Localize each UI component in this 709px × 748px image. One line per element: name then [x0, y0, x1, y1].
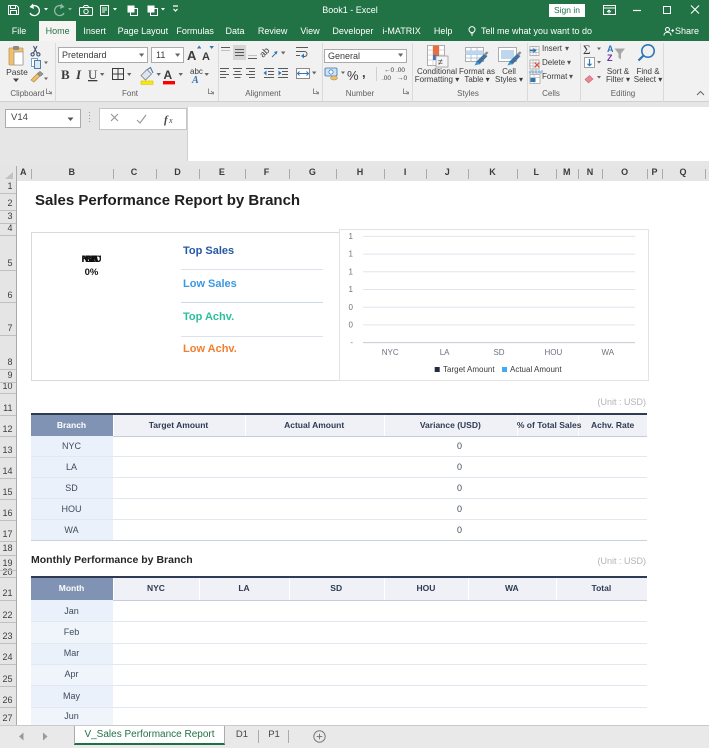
svg-text:1: 1: [349, 285, 354, 294]
svg-text:A: A: [191, 75, 199, 86]
svg-text:WA: WA: [602, 348, 615, 357]
svg-text:-: -: [350, 338, 353, 347]
svg-text:SD: SD: [493, 348, 504, 357]
svg-text:B: B: [61, 67, 70, 82]
svg-text:.00: .00: [396, 67, 405, 74]
svg-text:%: %: [347, 68, 359, 83]
svg-text:HOU: HOU: [545, 348, 563, 357]
svg-text:I: I: [75, 67, 82, 82]
svg-text:1: 1: [349, 267, 354, 276]
svg-text:Actual Amount: Actual Amount: [510, 365, 562, 374]
svg-text:A: A: [164, 68, 173, 82]
svg-text:Σ: Σ: [583, 42, 591, 57]
svg-text:←0: ←0: [384, 67, 395, 74]
svg-text:0: 0: [349, 303, 354, 312]
svg-text:ab: ab: [257, 45, 271, 59]
svg-text:Z: Z: [607, 53, 613, 63]
svg-text:.00: .00: [382, 75, 391, 82]
svg-text:Target Amount: Target Amount: [443, 365, 495, 374]
svg-text:→0: →0: [397, 75, 408, 82]
svg-text:0: 0: [349, 321, 354, 330]
svg-text:A: A: [202, 51, 210, 63]
svg-text:#####: #####: [529, 70, 543, 76]
svg-text:1: 1: [349, 250, 354, 259]
svg-text:U: U: [88, 67, 98, 82]
svg-text:1: 1: [349, 232, 354, 241]
svg-text:,: ,: [362, 65, 366, 80]
svg-text:NYC: NYC: [382, 348, 399, 357]
svg-text:LA: LA: [440, 348, 450, 357]
svg-text:A: A: [187, 48, 197, 63]
svg-text:x: x: [168, 116, 173, 125]
svg-text:≠: ≠: [438, 57, 443, 67]
